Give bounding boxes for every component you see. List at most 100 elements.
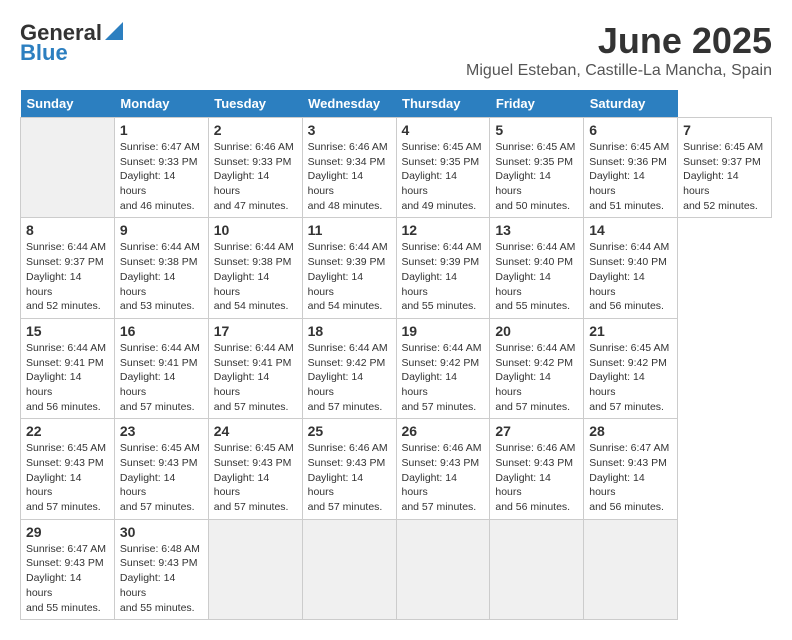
day-info: Sunrise: 6:46 AM Sunset: 9:33 PM Dayligh…	[214, 140, 297, 213]
day-info: Sunrise: 6:44 AM Sunset: 9:37 PM Dayligh…	[26, 240, 109, 313]
day-10: 10Sunrise: 6:44 AM Sunset: 9:38 PM Dayli…	[208, 218, 302, 318]
location: Miguel Esteban, Castille-La Mancha, Spai…	[466, 62, 772, 80]
day-info: Sunrise: 6:45 AM Sunset: 9:42 PM Dayligh…	[589, 341, 672, 414]
day-info: Sunrise: 6:45 AM Sunset: 9:37 PM Dayligh…	[683, 140, 766, 213]
day-info: Sunrise: 6:44 AM Sunset: 9:40 PM Dayligh…	[589, 240, 672, 313]
header-thursday: Thursday	[396, 90, 490, 118]
header-wednesday: Wednesday	[302, 90, 396, 118]
day-30: 30 Sunrise: 6:48 AM Sunset: 9:43 PM Dayli…	[114, 519, 208, 619]
day-info: Sunrise: 6:45 AM Sunset: 9:43 PM Dayligh…	[26, 441, 109, 514]
day-info: Sunrise: 6:46 AM Sunset: 9:43 PM Dayligh…	[495, 441, 578, 514]
day-number: 3	[308, 122, 391, 138]
day-number: 7	[683, 122, 766, 138]
day-number: 1	[120, 122, 203, 138]
week-row-4: 29Sunrise: 6:47 AM Sunset: 9:43 PM Dayli…	[21, 519, 772, 619]
day-19: 19 Sunrise: 6:44 AM Sunset: 9:42 PM Dayli…	[396, 318, 490, 418]
day-info: Sunrise: 6:47 AM Sunset: 9:43 PM Dayligh…	[26, 542, 109, 615]
logo-triangle-icon	[105, 22, 123, 40]
day-info: Sunrise: 6:44 AM Sunset: 9:38 PM Dayligh…	[120, 240, 203, 313]
day-info: Sunrise: 6:48 AM Sunset: 9:43 PM Dayligh…	[120, 542, 203, 615]
empty-cell	[208, 519, 302, 619]
day-number: 19	[402, 323, 485, 339]
day-info: Sunrise: 6:44 AM Sunset: 9:41 PM Dayligh…	[214, 341, 297, 414]
day-info: Sunrise: 6:44 AM Sunset: 9:40 PM Dayligh…	[495, 240, 578, 313]
day-1: 1 Sunrise: 6:47 AM Sunset: 9:33 PM Daylig…	[114, 118, 208, 218]
day-info: Sunrise: 6:44 AM Sunset: 9:42 PM Dayligh…	[495, 341, 578, 414]
day-info: Sunrise: 6:47 AM Sunset: 9:43 PM Dayligh…	[589, 441, 672, 514]
day-info: Sunrise: 6:44 AM Sunset: 9:41 PM Dayligh…	[26, 341, 109, 414]
day-5: 5 Sunrise: 6:45 AM Sunset: 9:35 PM Daylig…	[490, 118, 584, 218]
day-number: 2	[214, 122, 297, 138]
day-8: 8 Sunrise: 6:44 AM Sunset: 9:37 PM Daylig…	[21, 218, 115, 318]
day-number: 8	[26, 222, 109, 238]
week-row-3: 22 Sunrise: 6:45 AM Sunset: 9:43 PM Dayli…	[21, 419, 772, 519]
day-info: Sunrise: 6:46 AM Sunset: 9:34 PM Dayligh…	[308, 140, 391, 213]
day-26: 26Sunrise: 6:46 AM Sunset: 9:43 PM Dayli…	[396, 419, 490, 519]
empty-cell	[584, 519, 678, 619]
day-info: Sunrise: 6:44 AM Sunset: 9:39 PM Dayligh…	[308, 240, 391, 313]
day-number: 27	[495, 423, 578, 439]
day-number: 9	[120, 222, 203, 238]
day-number: 21	[589, 323, 672, 339]
day-number: 28	[589, 423, 672, 439]
day-29: 29Sunrise: 6:47 AM Sunset: 9:43 PM Dayli…	[21, 519, 115, 619]
day-info: Sunrise: 6:44 AM Sunset: 9:41 PM Dayligh…	[120, 341, 203, 414]
day-number: 18	[308, 323, 391, 339]
day-number: 11	[308, 222, 391, 238]
calendar-table: SundayMondayTuesdayWednesdayThursdayFrid…	[20, 90, 772, 620]
week-row-0: 1 Sunrise: 6:47 AM Sunset: 9:33 PM Daylig…	[21, 118, 772, 218]
day-13: 13 Sunrise: 6:44 AM Sunset: 9:40 PM Dayli…	[490, 218, 584, 318]
day-number: 22	[26, 423, 109, 439]
day-info: Sunrise: 6:44 AM Sunset: 9:39 PM Dayligh…	[402, 240, 485, 313]
day-info: Sunrise: 6:46 AM Sunset: 9:43 PM Dayligh…	[308, 441, 391, 514]
day-number: 12	[402, 222, 485, 238]
day-number: 4	[402, 122, 485, 138]
header-saturday: Saturday	[584, 90, 678, 118]
day-number: 23	[120, 423, 203, 439]
month-title: June 2025	[466, 20, 772, 62]
day-info: Sunrise: 6:45 AM Sunset: 9:35 PM Dayligh…	[495, 140, 578, 213]
header-friday: Friday	[490, 90, 584, 118]
day-info: Sunrise: 6:45 AM Sunset: 9:43 PM Dayligh…	[214, 441, 297, 514]
day-17: 17 Sunrise: 6:44 AM Sunset: 9:41 PM Dayli…	[208, 318, 302, 418]
day-number: 17	[214, 323, 297, 339]
day-15: 15 Sunrise: 6:44 AM Sunset: 9:41 PM Dayli…	[21, 318, 115, 418]
day-3: 3 Sunrise: 6:46 AM Sunset: 9:34 PM Daylig…	[302, 118, 396, 218]
day-number: 5	[495, 122, 578, 138]
day-14: 14 Sunrise: 6:44 AM Sunset: 9:40 PM Dayli…	[584, 218, 678, 318]
day-info: Sunrise: 6:44 AM Sunset: 9:42 PM Dayligh…	[402, 341, 485, 414]
day-28: 28 Sunrise: 6:47 AM Sunset: 9:43 PM Dayli…	[584, 419, 678, 519]
day-info: Sunrise: 6:44 AM Sunset: 9:42 PM Dayligh…	[308, 341, 391, 414]
day-number: 20	[495, 323, 578, 339]
day-number: 15	[26, 323, 109, 339]
day-6: 6Sunrise: 6:45 AM Sunset: 9:36 PM Daylig…	[584, 118, 678, 218]
day-7: 7 Sunrise: 6:45 AM Sunset: 9:37 PM Daylig…	[678, 118, 772, 218]
empty-cell	[21, 118, 115, 218]
day-4: 4Sunrise: 6:45 AM Sunset: 9:35 PM Daylig…	[396, 118, 490, 218]
day-number: 24	[214, 423, 297, 439]
title-block: June 2025 Miguel Esteban, Castille-La Ma…	[466, 20, 772, 80]
day-info: Sunrise: 6:47 AM Sunset: 9:33 PM Dayligh…	[120, 140, 203, 213]
day-12: 12 Sunrise: 6:44 AM Sunset: 9:39 PM Dayli…	[396, 218, 490, 318]
day-number: 30	[120, 524, 203, 540]
empty-cell	[302, 519, 396, 619]
header-tuesday: Tuesday	[208, 90, 302, 118]
empty-cell	[490, 519, 584, 619]
day-info: Sunrise: 6:44 AM Sunset: 9:38 PM Dayligh…	[214, 240, 297, 313]
week-row-2: 15 Sunrise: 6:44 AM Sunset: 9:41 PM Dayli…	[21, 318, 772, 418]
logo: General Blue	[20, 20, 123, 66]
day-20: 20 Sunrise: 6:44 AM Sunset: 9:42 PM Dayli…	[490, 318, 584, 418]
empty-cell	[396, 519, 490, 619]
header-monday: Monday	[114, 90, 208, 118]
page-header: General Blue June 2025 Miguel Esteban, C…	[20, 20, 772, 80]
week-row-1: 8 Sunrise: 6:44 AM Sunset: 9:37 PM Daylig…	[21, 218, 772, 318]
day-21: 21 Sunrise: 6:45 AM Sunset: 9:42 PM Dayli…	[584, 318, 678, 418]
day-27: 27 Sunrise: 6:46 AM Sunset: 9:43 PM Dayli…	[490, 419, 584, 519]
day-number: 13	[495, 222, 578, 238]
day-info: Sunrise: 6:45 AM Sunset: 9:36 PM Dayligh…	[589, 140, 672, 213]
day-info: Sunrise: 6:45 AM Sunset: 9:43 PM Dayligh…	[120, 441, 203, 514]
day-23: 23 Sunrise: 6:45 AM Sunset: 9:43 PM Dayli…	[114, 419, 208, 519]
day-info: Sunrise: 6:46 AM Sunset: 9:43 PM Dayligh…	[402, 441, 485, 514]
day-number: 16	[120, 323, 203, 339]
day-number: 14	[589, 222, 672, 238]
